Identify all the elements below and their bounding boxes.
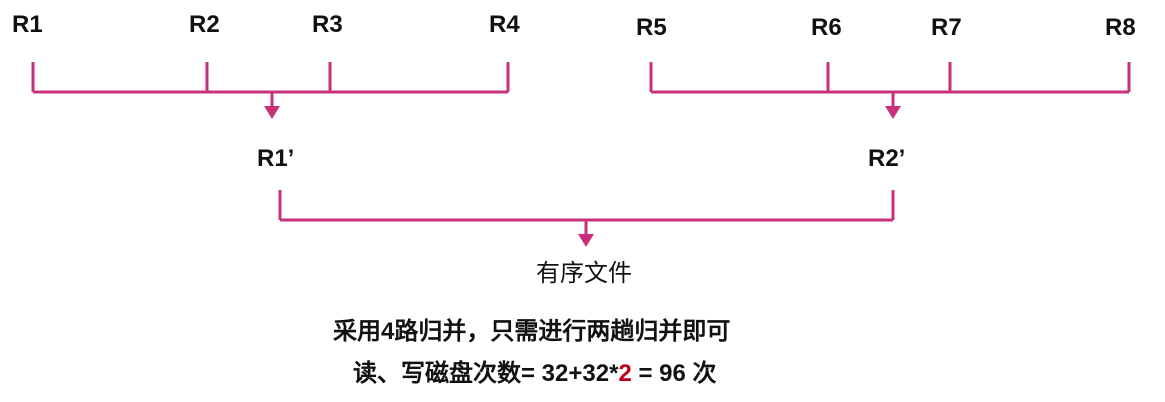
run-label-r8: R8	[1105, 14, 1136, 41]
run-label-r2: R2	[189, 11, 220, 38]
note-line-2: 读、写磁盘次数= 32+32*2 = 96 次	[353, 362, 717, 386]
run-label-r7: R7	[931, 14, 962, 41]
note-line-2-highlight: 2	[618, 360, 632, 387]
arrow-right-head	[885, 106, 901, 119]
result-label: 有序文件	[536, 260, 632, 287]
note-line-2-prefix: 读、写磁盘次数= 32+32*	[353, 360, 619, 387]
note-line-1: 采用4路归并，只需进行两趟归并即可	[333, 318, 731, 345]
merged-label-left: R1’	[257, 145, 295, 172]
arrow-bottom-head	[578, 234, 594, 247]
run-label-r3: R3	[312, 11, 343, 38]
note-line-2-suffix: = 96 次	[631, 360, 717, 387]
run-label-r1: R1	[12, 11, 43, 38]
run-label-r5: R5	[636, 14, 667, 41]
merged-label-right: R2’	[868, 145, 906, 172]
run-label-r4: R4	[489, 11, 520, 38]
arrow-left-head	[264, 106, 280, 119]
run-label-r6: R6	[811, 14, 842, 41]
